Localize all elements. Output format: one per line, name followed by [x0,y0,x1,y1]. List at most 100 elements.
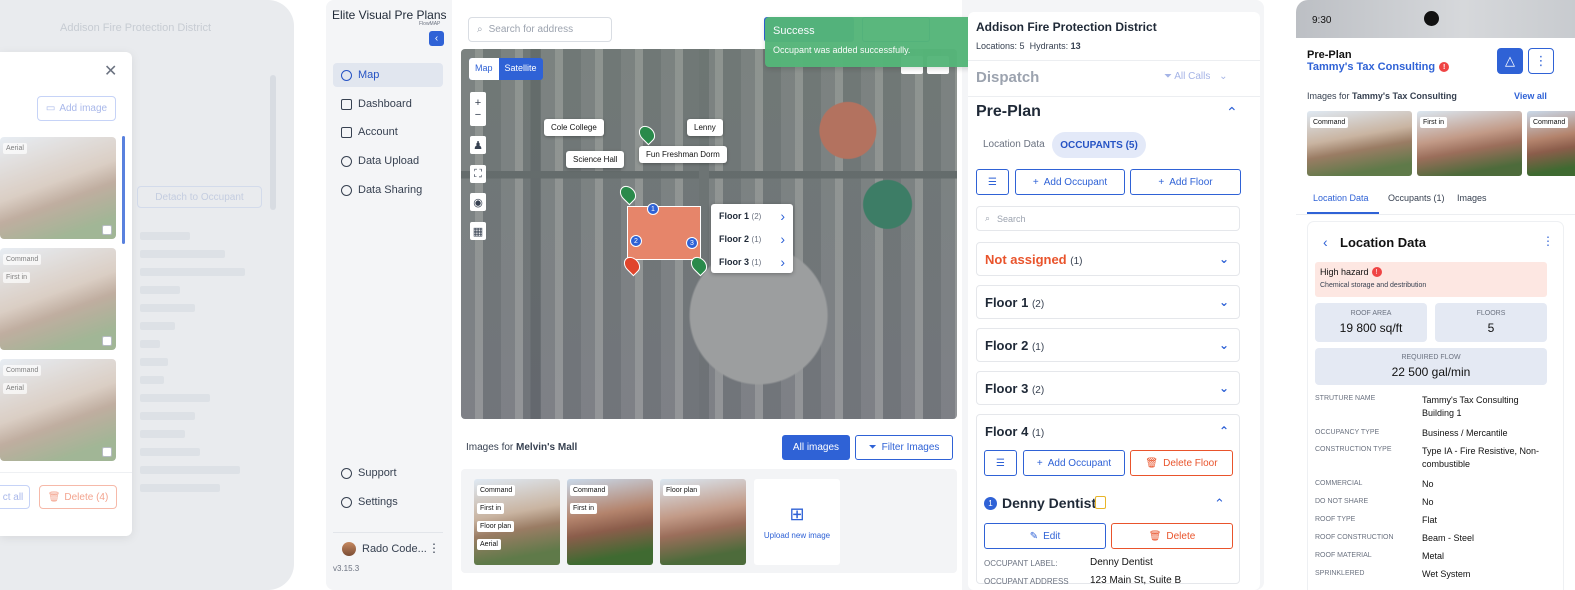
clipboard-icon[interactable] [1095,496,1106,509]
image-thumb[interactable]: Command First in Floor plan Aerial [474,479,560,565]
floor-popup-item[interactable]: Floor 3 (1) › [711,250,793,273]
map-label[interactable]: Science Hall [566,151,625,168]
tab-occupants[interactable]: OCCUPANTS (5) [1052,132,1146,158]
floor-popup-item[interactable]: Floor 2 (1) › [711,227,793,250]
list-view-button[interactable]: ☰ [976,169,1009,195]
floor-popup-item[interactable]: Floor 1 (2) › [711,204,793,227]
phone-image-thumb[interactable]: Command [1307,111,1412,176]
chevron-up-icon[interactable]: ⌃ [1219,424,1229,438]
sidebar-item-dashboard[interactable]: Dashboard [333,92,443,116]
close-icon[interactable]: ✕ [104,61,117,81]
avatar[interactable] [342,542,356,556]
delete-occupant-button[interactable]: 🗑 Delete [1111,523,1233,549]
upload-image-button[interactable]: ⊞ Upload new image [754,479,840,565]
thumb-checkbox[interactable] [102,225,112,235]
map-type-toggle[interactable]: Map Satellite [469,58,543,80]
image-thumb[interactable]: Command First in [567,479,653,565]
add-image-button[interactable]: ▭ Add image [37,96,116,121]
floor-count: (2) [751,211,762,221]
delete-floor-button[interactable]: 🗑 Delete Floor [1130,450,1233,476]
gear-icon [341,496,352,508]
delete-selected-button[interactable]: 🗑 Delete (4) [39,485,117,509]
location-name[interactable]: Tammy's Tax Consulting [1307,61,1435,73]
phone-image-thumb[interactable]: Command [1527,111,1575,176]
divider [0,472,132,473]
collapse-sidebar-button[interactable]: ‹ [429,31,444,46]
group-floor-1[interactable]: Floor 1 (2) ⌄ [976,285,1240,319]
modal-image-thumb[interactable]: Command Aerial [0,359,116,461]
map-label[interactable]: Cole College [544,119,604,136]
sidebar-item-data-upload[interactable]: Data Upload [333,149,443,173]
plus-icon: + [1032,176,1039,188]
location-icon[interactable]: ◉ [470,193,486,211]
phone-tab-images[interactable]: Images [1457,193,1487,203]
modal-image-thumb[interactable]: Aerial [0,137,116,239]
group-floor-2[interactable]: Floor 2 (1) ⌄ [976,328,1240,362]
tab-location-data[interactable]: Location Data [983,139,1045,150]
floor-pin[interactable]: 1 [647,203,659,215]
building-footprint[interactable] [627,206,701,260]
add-occupant-button[interactable]: + Add Occupant [1015,169,1125,195]
occupant-search-input[interactable]: ⌕ Search [976,206,1240,231]
address-search-input[interactable]: ⌕ Search for address [468,17,612,42]
map-label[interactable]: Fun Freshman Dorm [639,146,727,163]
search-icon: ⌕ [985,213,991,223]
dispatch-heading[interactable]: Dispatch [976,69,1039,86]
expand-icon[interactable]: ⛶ [470,165,486,183]
thumb-tag: First in [3,272,30,283]
chevron-down-icon: ⌄ [1218,295,1229,309]
zoom-in-icon[interactable]: + [475,97,481,109]
add-occupant-label: Add Occupant [1043,176,1108,188]
thumb-checkbox[interactable] [102,336,112,346]
zoom-out-icon[interactable]: − [475,109,481,121]
ghost-field-list [140,232,250,502]
thumb-checkbox[interactable] [102,447,112,457]
sidebar-item-settings[interactable]: Settings [333,490,443,514]
stat-label: REQUIRED FLOW [1401,354,1461,361]
more-vertical-icon[interactable]: ⋮ [428,541,440,555]
floor-list-button[interactable]: ☰ [984,450,1017,476]
occupant-index-badge: 1 [984,497,997,510]
map-toggle-map[interactable]: Map [469,58,499,80]
edit-occupant-button[interactable]: ✎ Edit [984,523,1106,549]
view-all-link[interactable]: View all [1514,91,1547,101]
navigate-button[interactable]: △ [1497,48,1523,74]
map-toggle-satellite[interactable]: Satellite [499,58,543,80]
grid-icon[interactable]: ▦ [470,222,486,240]
sidebar-item-account[interactable]: Account [333,120,443,144]
all-images-button[interactable]: All images [782,435,850,460]
map-label[interactable]: Lenny [687,119,723,136]
user-name[interactable]: Rado Code... [362,543,427,555]
select-all-button[interactable]: ct all [0,485,30,509]
hydrants-value: 13 [1070,41,1081,51]
all-calls-filter[interactable]: ⏷ All Calls ⌄ [1164,71,1228,82]
ghost-scrollbar [270,75,276,210]
chevron-up-icon[interactable]: ⌃ [1214,496,1225,512]
sidebar-item-label: Data Sharing [358,184,423,196]
back-chevron-icon[interactable]: ‹ [1323,234,1328,250]
plus-icon: + [1158,176,1165,188]
floor-add-occupant-button[interactable]: + Add Occupant [1023,450,1125,476]
street-view-icon[interactable]: ♟ [470,136,486,154]
more-options-button[interactable]: ⋮ [1528,48,1554,74]
image-thumb[interactable]: Floor plan [660,479,746,565]
more-vertical-icon[interactable]: ⋮ [1542,234,1554,248]
group-floor-3[interactable]: Floor 3 (2) ⌄ [976,371,1240,405]
modal-image-thumb[interactable]: Command First in [0,248,116,350]
phone-tab-occupants[interactable]: Occupants (1) [1388,193,1445,203]
floor-pin[interactable]: 3 [686,237,698,249]
floor-pin[interactable]: 2 [630,235,642,247]
zoom-control[interactable]: + − [470,92,486,126]
modal-scrollbar[interactable] [122,136,125,244]
group-not-assigned[interactable]: Not assigned (1) ⌄ [976,242,1240,276]
sidebar-item-map[interactable]: Map [333,63,443,87]
filter-images-button[interactable]: ⏷ Filter Images [855,435,953,460]
sidebar-item-data-sharing[interactable]: Data Sharing [333,178,443,202]
sidebar-item-support[interactable]: Support [333,461,443,485]
satellite-map[interactable]: Map Satellite + − ♟ ⛶ ◉ ▦ Cole College L… [461,49,957,419]
phone-image-thumb[interactable]: First in [1417,111,1522,176]
add-floor-button[interactable]: + Add Floor [1130,169,1241,195]
all-calls-label: All Calls [1174,71,1211,82]
chevron-up-icon[interactable]: ⌃ [1226,104,1238,121]
phone-tab-location-data[interactable]: Location Data [1313,193,1369,203]
